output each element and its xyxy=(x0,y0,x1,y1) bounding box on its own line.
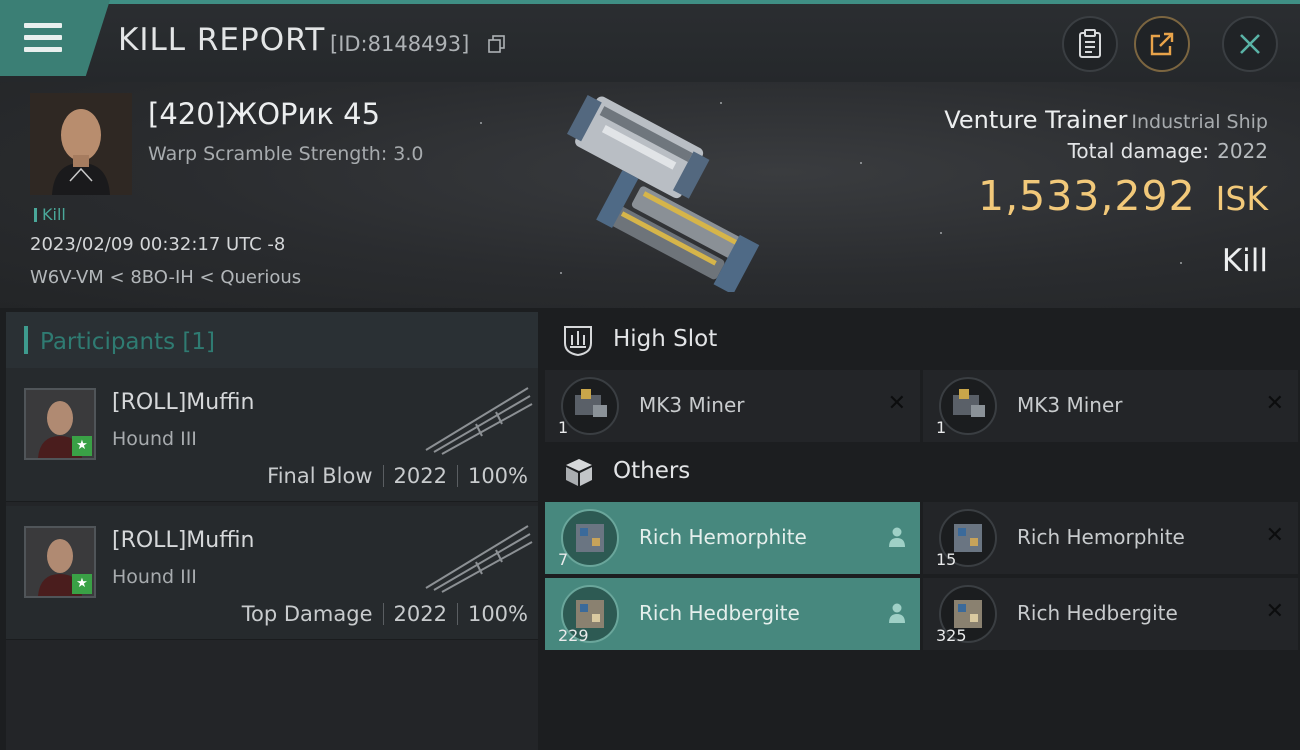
hamburger-icon[interactable] xyxy=(24,23,62,53)
star-badge-icon: ★ xyxy=(72,574,92,594)
clipboard-button[interactable] xyxy=(1062,16,1118,72)
weapon-icon xyxy=(425,387,533,455)
result-label: Kill xyxy=(1221,243,1268,279)
participant-stats: Top Damage 2022 100% xyxy=(242,602,528,626)
copy-icon[interactable] xyxy=(488,35,506,53)
participant-avatar[interactable]: ★ xyxy=(24,388,96,460)
item-quantity: 229 xyxy=(558,626,589,645)
participant-damage: 2022 xyxy=(393,602,447,626)
total-damage-value: 2022 xyxy=(1217,139,1268,163)
item-slot[interactable]: 1 MK3 Miner ✕ xyxy=(545,370,920,442)
close-icon xyxy=(1240,34,1260,54)
total-damage: Total damage: 2022 xyxy=(1068,139,1268,163)
item-name: Rich Hemorphite xyxy=(639,525,807,549)
item-name: Rich Hemorphite xyxy=(1017,525,1185,549)
item-slot[interactable]: 1 MK3 Miner ✕ xyxy=(923,370,1298,442)
participant-role: Top Damage xyxy=(241,602,373,626)
participants-title[interactable]: Participants [1] xyxy=(24,326,215,355)
miner-icon xyxy=(939,377,997,435)
item-name: MK3 Miner xyxy=(639,393,745,417)
others-header: Others xyxy=(545,444,1300,502)
top-accent-line xyxy=(0,0,1300,4)
person-icon xyxy=(889,603,905,623)
item-quantity: 1 xyxy=(558,418,569,437)
clipboard-icon xyxy=(1079,29,1101,58)
item-slot[interactable]: 15 Rich Hemorphite ✕ xyxy=(923,502,1298,574)
ship-title[interactable]: Venture Trainer Industrial Ship xyxy=(944,106,1268,134)
others-label: Others xyxy=(613,458,691,484)
participant-ship: Hound III xyxy=(112,566,197,588)
destroyed-x-icon: ✕ xyxy=(1265,523,1284,548)
share-button[interactable] xyxy=(1134,16,1190,72)
item-slot[interactable]: 229 Rich Hedbergite xyxy=(545,578,920,650)
close-button[interactable] xyxy=(1222,16,1278,72)
ore-icon xyxy=(561,509,619,567)
destroyed-x-icon: ✕ xyxy=(1265,599,1284,624)
isk-amount: 1,533,292 xyxy=(978,172,1196,220)
kill-tag: Kill xyxy=(34,205,66,224)
victim-portrait[interactable] xyxy=(30,93,132,195)
share-icon xyxy=(1150,32,1174,56)
high-slot-header: High Slot xyxy=(545,312,1300,370)
ship-image[interactable] xyxy=(520,92,790,292)
participant-damage: 2022 xyxy=(393,464,447,488)
high-slot-icon xyxy=(564,326,592,357)
kill-location[interactable]: W6V-VM < 8BO-IH < Querious xyxy=(30,267,301,288)
high-slot-label: High Slot xyxy=(613,326,718,352)
participant-row[interactable]: ★ [ROLL]Muffin Hound III Top Damage 2022 1… xyxy=(6,506,538,640)
isk-unit: ISK xyxy=(1215,179,1268,218)
item-quantity: 7 xyxy=(558,550,569,569)
participant-row[interactable]: ★ [ROLL]Muffin Hound III Final Blow 2022 1… xyxy=(6,368,538,502)
isk-value: 1,533,292 ISK xyxy=(978,172,1268,220)
kill-datetime: 2023/02/09 00:32:17 UTC -8 xyxy=(30,234,286,255)
report-id: [ID:8148493] xyxy=(330,32,470,56)
person-icon xyxy=(889,527,905,547)
weapon-icon xyxy=(425,525,533,593)
participant-name[interactable]: [ROLL]Muffin xyxy=(112,390,254,415)
item-slot[interactable]: 325 Rich Hedbergite ✕ xyxy=(923,578,1298,650)
cube-icon xyxy=(566,459,592,486)
ship-name: Venture Trainer xyxy=(944,106,1128,134)
victim-avatar xyxy=(30,93,132,195)
participant-role: Final Blow xyxy=(267,464,373,488)
item-name: Rich Hedbergite xyxy=(639,601,800,625)
item-quantity: 15 xyxy=(936,550,957,569)
participant-percent: 100% xyxy=(467,602,528,626)
participant-avatar[interactable]: ★ xyxy=(24,526,96,598)
participant-ship: Hound III xyxy=(112,428,197,450)
item-name: MK3 Miner xyxy=(1017,393,1123,417)
participant-name[interactable]: [ROLL]Muffin xyxy=(112,528,254,553)
warp-scramble-strength: Warp Scramble Strength: 3.0 xyxy=(148,143,424,165)
star-badge-icon: ★ xyxy=(72,436,92,456)
item-slot[interactable]: 7 Rich Hemorphite xyxy=(545,502,920,574)
ship-class: Industrial Ship xyxy=(1131,111,1268,133)
total-damage-label: Total damage: xyxy=(1067,139,1210,163)
item-quantity: 1 xyxy=(936,418,947,437)
participant-percent: 100% xyxy=(467,464,528,488)
item-quantity: 325 xyxy=(936,626,967,645)
victim-name[interactable]: [420]ЖОРик 45 xyxy=(148,97,380,131)
destroyed-x-icon: ✕ xyxy=(887,391,906,416)
page-title: KILL REPORT xyxy=(118,22,326,58)
participant-stats: Final Blow 2022 100% xyxy=(267,464,528,488)
destroyed-x-icon: ✕ xyxy=(1265,391,1284,416)
item-name: Rich Hedbergite xyxy=(1017,601,1178,625)
miner-icon xyxy=(561,377,619,435)
